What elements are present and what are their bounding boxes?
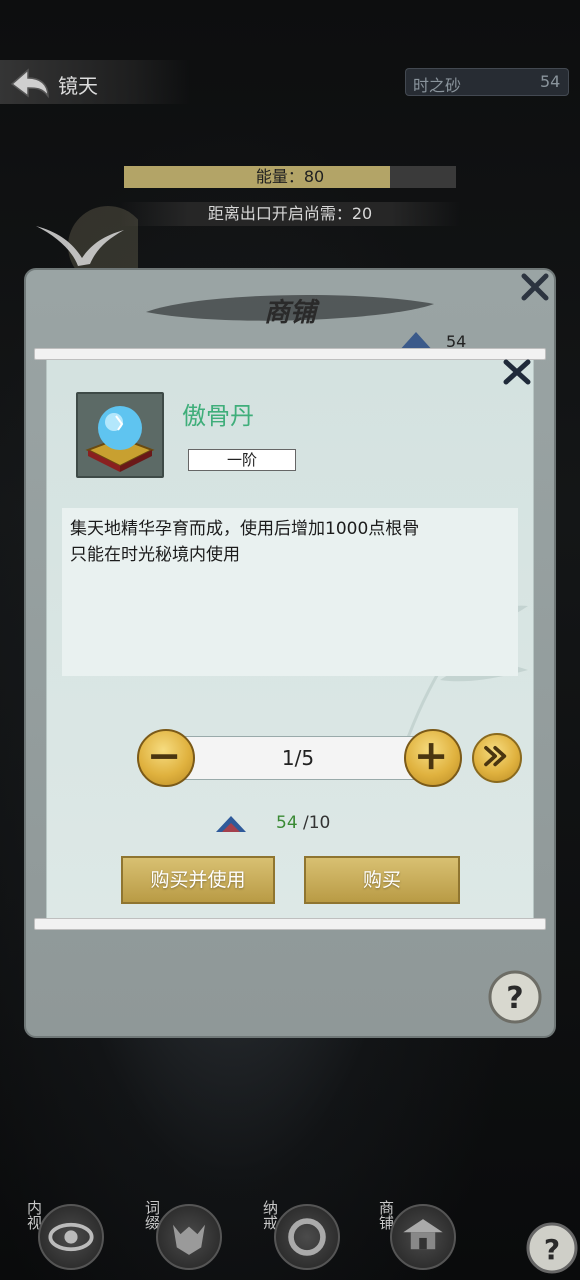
page-title: 镜天 <box>58 74 98 98</box>
crane-icon <box>36 206 138 276</box>
exit-countdown-label: 距离出口开启尚需：20 <box>207 204 373 223</box>
scroll-top-rod <box>34 348 546 360</box>
nav-shop[interactable]: 商铺 <box>372 1196 456 1276</box>
max-quantity-button[interactable] <box>472 733 522 783</box>
cost-required: /10 <box>303 813 331 833</box>
item-icon-frame <box>76 392 164 478</box>
shop-close-icon[interactable] <box>520 272 550 302</box>
nav-label: 内视 <box>25 1200 43 1230</box>
pavilion-icon <box>390 1204 456 1270</box>
beast-mask-icon <box>156 1204 222 1270</box>
nav-affix[interactable]: 词缀 <box>138 1196 222 1276</box>
nav-ring[interactable]: 纳戒 <box>256 1196 340 1276</box>
help-icon[interactable]: ? <box>488 970 542 1024</box>
close-icon[interactable] <box>502 358 532 386</box>
energy-label: 能量：80 <box>255 167 325 186</box>
ring-icon <box>274 1204 340 1270</box>
buy-and-use-button[interactable]: 购买并使用 <box>121 856 275 904</box>
svg-text:?: ? <box>506 981 523 1016</box>
nav-label: 商铺 <box>377 1200 395 1230</box>
sand-icon <box>216 816 246 832</box>
cost-owned: 54 <box>276 813 298 833</box>
increase-button[interactable] <box>404 729 462 787</box>
nav-label: 纳戒 <box>261 1200 279 1230</box>
pill-orb-icon <box>85 406 155 472</box>
buy-button[interactable]: 购买 <box>304 856 460 904</box>
plus-icon <box>418 743 445 770</box>
description-line-2: 只能在时光秘境内使用 <box>70 545 240 565</box>
back-arrow-icon[interactable] <box>8 66 52 100</box>
double-chevron-icon <box>484 746 507 767</box>
description-line-1: 集天地精华孕育而成，使用后增加1000点根骨 <box>70 519 420 539</box>
decrease-button[interactable] <box>137 729 195 787</box>
help-icon[interactable]: ? <box>526 1222 578 1274</box>
quantity-value: 1/5 <box>281 746 315 770</box>
nav-inner-view[interactable]: 内视 <box>20 1196 104 1276</box>
resource-value: 54 <box>540 72 561 91</box>
resource-name: 时之砂 <box>413 76 462 95</box>
item-name: 傲骨丹 <box>182 402 254 430</box>
svg-text:?: ? <box>544 1233 560 1266</box>
nav-label: 词缀 <box>143 1200 161 1230</box>
eye-icon <box>38 1204 104 1270</box>
scroll-bottom-rod <box>34 918 546 930</box>
grade-label: 一阶 <box>226 451 257 469</box>
minus-icon <box>151 754 178 759</box>
shop-title: 商铺 <box>263 298 316 328</box>
